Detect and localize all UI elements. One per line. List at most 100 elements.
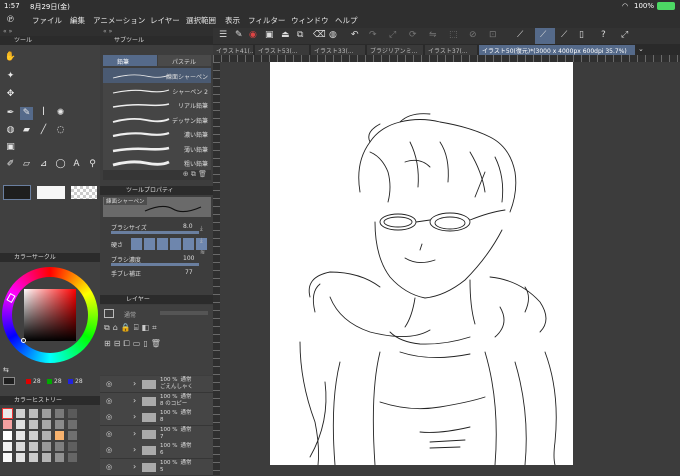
history-swatch[interactable] bbox=[16, 431, 25, 440]
layer-row[interactable]: ◎ › 100 % 通常 ごえんしゃく bbox=[100, 376, 213, 393]
menu-help[interactable]: ヘルプ bbox=[335, 15, 358, 26]
history-swatch[interactable] bbox=[16, 420, 25, 429]
undo-icon[interactable]: ↶ bbox=[351, 30, 359, 40]
brush-item[interactable]: 薄い鉛筆 bbox=[103, 140, 211, 156]
history-swatch[interactable] bbox=[42, 420, 51, 429]
history-swatch[interactable] bbox=[3, 431, 12, 440]
menu-view[interactable]: 表示 bbox=[225, 15, 240, 26]
airbrush-tool-icon[interactable]: ✺ bbox=[54, 107, 67, 120]
export-icon[interactable]: ⏏ bbox=[281, 30, 290, 40]
gradient-tool-icon[interactable]: ▣ bbox=[4, 141, 17, 154]
history-swatch[interactable] bbox=[16, 409, 25, 418]
tab-doc-33[interactable]: イラスト33(... bbox=[311, 45, 365, 55]
lasso-tool-icon[interactable]: ◯ bbox=[54, 158, 67, 171]
menu-selection[interactable]: 選択範囲 bbox=[186, 15, 216, 26]
text-tool-icon[interactable]: A bbox=[70, 158, 83, 171]
layer-row[interactable]: ◎ › 100 % 通常 6 bbox=[100, 442, 213, 459]
color-cursor[interactable] bbox=[21, 338, 26, 343]
layer-visibility-icon[interactable]: ◎ bbox=[106, 397, 112, 405]
deselect-icon[interactable]: ⊘ bbox=[469, 30, 477, 40]
swap-colors-icon[interactable]: ⇆ bbox=[3, 366, 9, 374]
history-swatch[interactable] bbox=[68, 409, 77, 418]
menu-file[interactable]: ファイル bbox=[32, 15, 62, 26]
menu-animation[interactable]: アニメーション bbox=[93, 15, 145, 26]
blend-mode-label[interactable]: 通常 bbox=[124, 310, 136, 319]
app-logo-icon[interactable]: ℗ bbox=[6, 15, 15, 25]
history-swatch[interactable] bbox=[55, 453, 64, 462]
select-all-icon[interactable]: ⬚ bbox=[449, 30, 458, 40]
tab-doc-brazilian[interactable]: ブラジリアンミ... bbox=[367, 45, 423, 55]
history-swatch[interactable] bbox=[42, 453, 51, 462]
history-swatch[interactable] bbox=[55, 431, 64, 440]
history-swatch[interactable] bbox=[29, 420, 38, 429]
layer-visibility-icon[interactable]: ◎ bbox=[106, 463, 112, 471]
brush-item[interactable]: デッサン鉛筆 bbox=[103, 111, 211, 127]
flip-icon[interactable]: ⇋ bbox=[429, 30, 437, 40]
density-row[interactable]: ブラシ濃度 100 bbox=[103, 255, 211, 266]
history-swatch[interactable] bbox=[55, 409, 64, 418]
copy-icon[interactable]: ⧉ bbox=[297, 30, 303, 40]
save-icon[interactable]: ▣ bbox=[265, 30, 274, 40]
folder-expand-icon[interactable]: › bbox=[133, 429, 136, 438]
layer-visibility-icon[interactable]: ◎ bbox=[106, 413, 112, 421]
tab-dropdown-icon[interactable]: ⌄ bbox=[638, 45, 644, 53]
history-swatch[interactable] bbox=[42, 442, 51, 451]
menu-window[interactable]: ウィンドウ bbox=[291, 15, 329, 26]
history-swatch[interactable] bbox=[29, 453, 38, 462]
magic-wand-icon[interactable]: ✦ bbox=[4, 70, 17, 83]
history-swatch[interactable] bbox=[29, 442, 38, 451]
eyedropper-tool-icon[interactable]: ✐ bbox=[4, 158, 17, 171]
canvas-area[interactable] bbox=[220, 62, 680, 475]
brush-size-row[interactable]: ブラシサイズ 8.0 bbox=[103, 223, 211, 234]
history-swatch[interactable] bbox=[68, 453, 77, 462]
layer-tool-icons-row2[interactable]: ⊞⊟⧠▭▯🗑 bbox=[104, 339, 164, 349]
history-swatch[interactable] bbox=[42, 431, 51, 440]
layer-row[interactable]: ◎ › 100 % 通常 8 bbox=[100, 409, 213, 426]
fullscreen-icon[interactable]: ⤢ bbox=[621, 30, 628, 40]
layer-visibility-icon[interactable]: ◎ bbox=[106, 430, 112, 438]
history-swatch[interactable] bbox=[68, 431, 77, 440]
shape-tool-icon[interactable]: ⊿ bbox=[37, 158, 50, 171]
brush-item[interactable]: 濃い鉛筆 bbox=[103, 126, 211, 141]
tab-doc-53[interactable]: イラスト53(... bbox=[255, 45, 309, 55]
layer-row[interactable]: ◎ › 100 % 通常 7 bbox=[100, 425, 213, 443]
fill-icon[interactable]: ◍ bbox=[329, 30, 337, 40]
sub-color-swatch[interactable] bbox=[37, 186, 65, 199]
history-swatch[interactable] bbox=[16, 442, 25, 451]
history-swatch[interactable] bbox=[68, 420, 77, 429]
rect-select-icon[interactable]: ▱ bbox=[20, 158, 33, 171]
brush-item[interactable]: 粗い鉛筆 bbox=[103, 155, 211, 170]
hardness-row[interactable]: 硬さ bbox=[103, 238, 211, 250]
move-tool-icon[interactable]: ✥ bbox=[4, 88, 17, 101]
layer-visibility-icon[interactable]: ◎ bbox=[106, 380, 112, 388]
brush-item[interactable]: リアル鉛筆 bbox=[103, 97, 211, 112]
density-slider[interactable] bbox=[111, 263, 199, 266]
menu-edit[interactable]: 編集 bbox=[70, 15, 85, 26]
rotate-icon[interactable]: ⟳ bbox=[409, 30, 417, 40]
history-swatch[interactable] bbox=[29, 409, 38, 418]
tab-doc-37[interactable]: イラスト37(... bbox=[425, 45, 477, 55]
property-side-icons[interactable]: ⤓ ⤓ ≋ bbox=[200, 223, 205, 259]
edit-icon[interactable]: ✎ bbox=[235, 30, 243, 40]
stroke-correction-icon[interactable]: ⟋ bbox=[517, 30, 523, 40]
ruler-snap-icon[interactable]: ⟋ bbox=[561, 30, 567, 40]
menu-filter[interactable]: フィルター bbox=[248, 15, 285, 26]
fill-tool-icon[interactable]: ◍ bbox=[4, 124, 17, 137]
saturation-value-square[interactable] bbox=[24, 289, 76, 341]
subtool-tab-pastel[interactable]: パステル bbox=[158, 55, 211, 66]
collapse-arrows-icon-2[interactable]: « » bbox=[100, 28, 213, 36]
folder-expand-icon[interactable]: › bbox=[133, 412, 136, 421]
invert-selection-icon[interactable]: ⊡ bbox=[489, 30, 497, 40]
layer-row[interactable]: ◎ › 100 % 通常 5 bbox=[100, 458, 213, 476]
line-tool-icon[interactable]: ╱ bbox=[37, 124, 50, 137]
hardness-selector[interactable] bbox=[131, 238, 209, 250]
brush-size-slider[interactable] bbox=[111, 231, 199, 234]
subtool-tab-pencil[interactable]: 鉛筆 bbox=[103, 55, 157, 66]
history-swatch[interactable] bbox=[3, 442, 12, 451]
main-color-swatch[interactable] bbox=[3, 185, 31, 200]
layer-tool-icons-row1[interactable]: ⧉⌂🔒⌸◧⌗ bbox=[104, 323, 160, 333]
eraser-tool-icon[interactable]: ▰ bbox=[20, 124, 33, 137]
folder-expand-icon[interactable]: › bbox=[133, 445, 136, 454]
redo-icon[interactable]: ↷ bbox=[369, 30, 377, 40]
folder-expand-icon[interactable]: › bbox=[133, 462, 136, 471]
